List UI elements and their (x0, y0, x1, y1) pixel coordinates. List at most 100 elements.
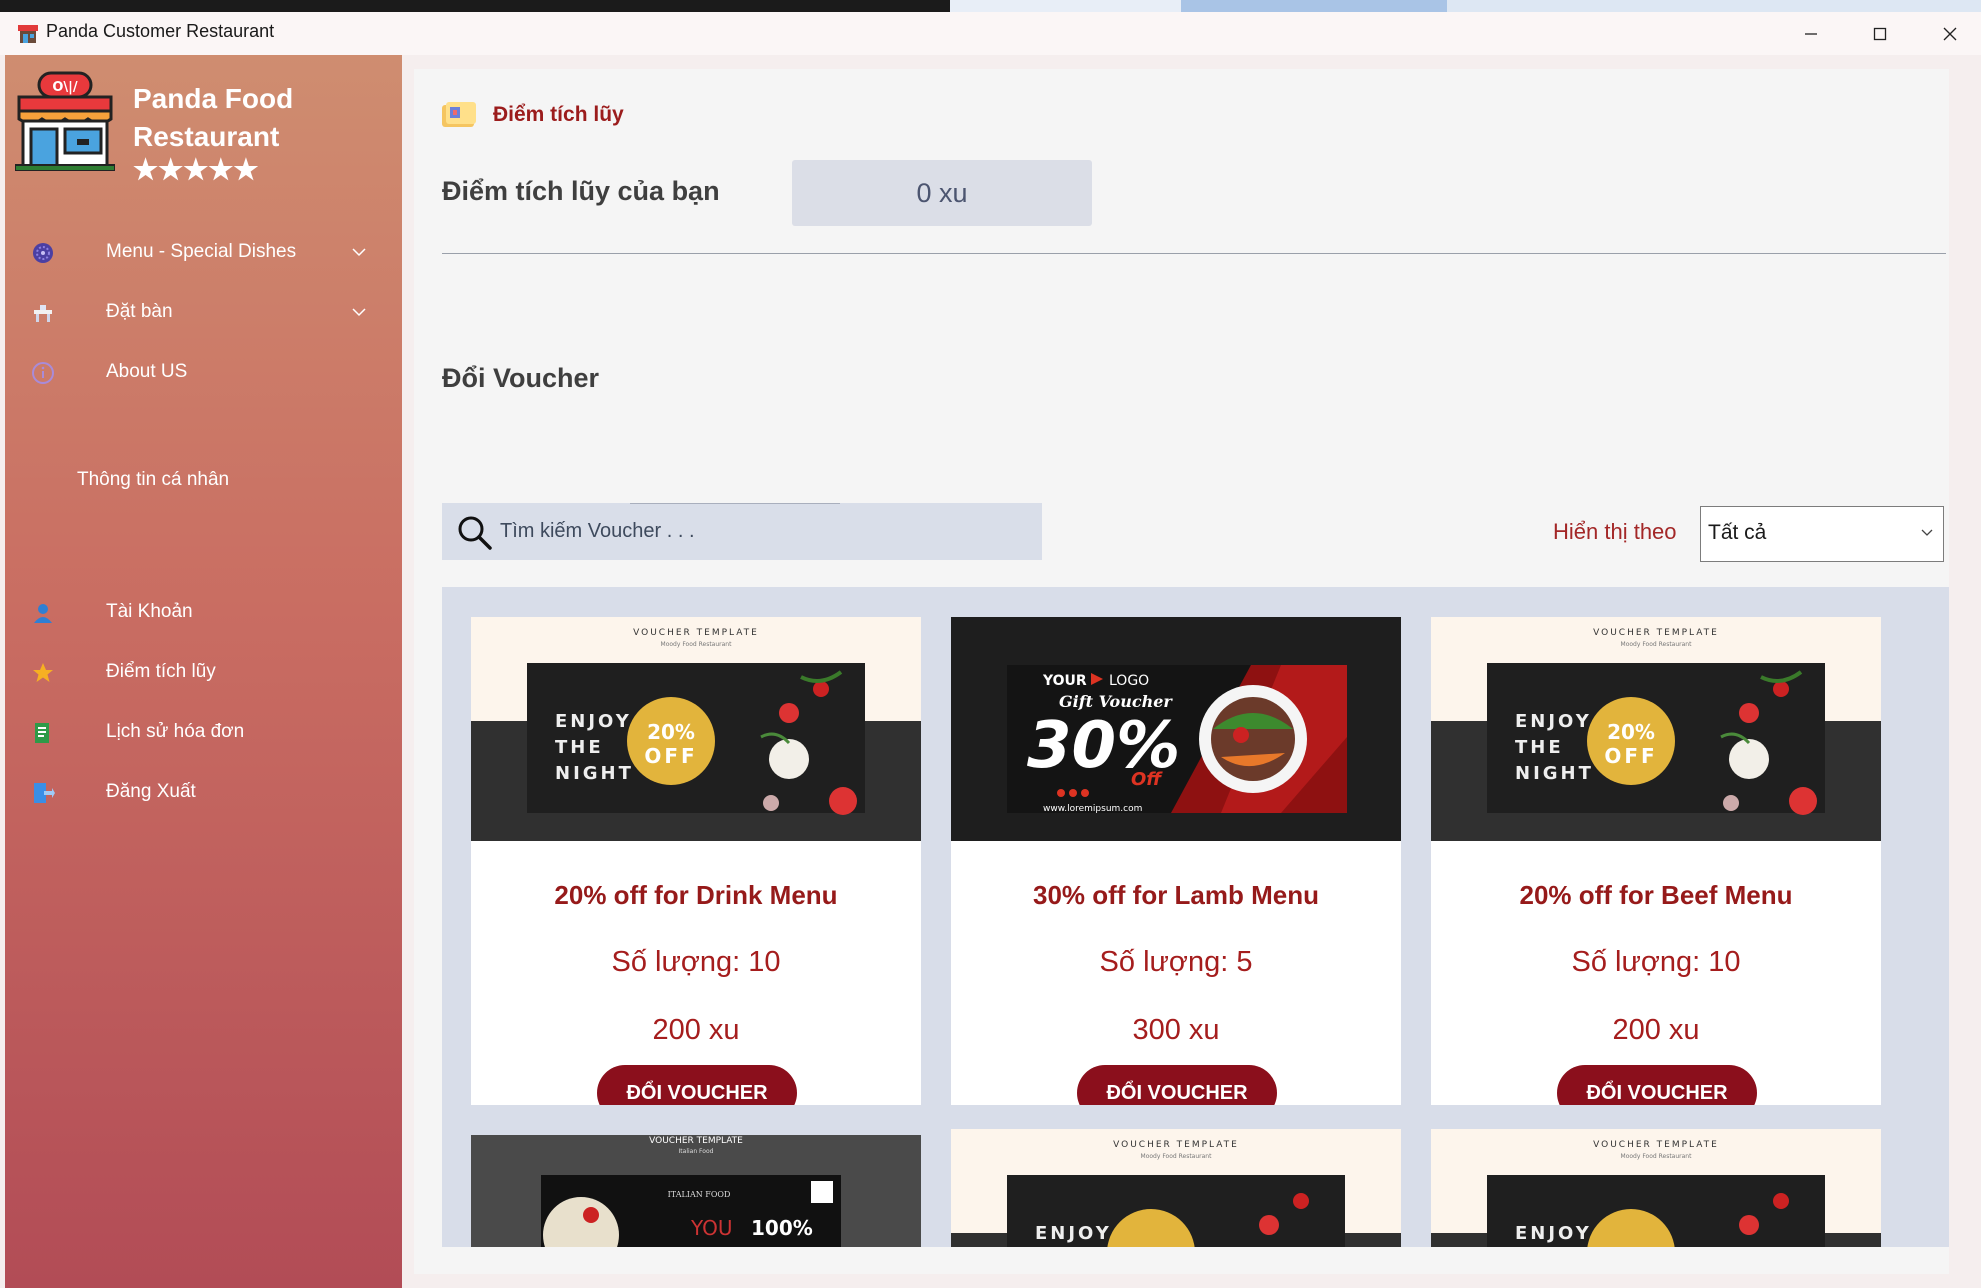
star-icon (31, 661, 55, 685)
nav-label: About US (106, 361, 188, 382)
voucher-grid: VOUCHER TEMPLATE Moody Food Restaurant E… (442, 587, 1949, 1247)
voucher-art-text: THE (555, 737, 604, 758)
voucher-art-site: www.loremipsum.com (1043, 804, 1142, 814)
sidebar: O\|/ Panda Food Restaurant ★★★★★ Menu - … (5, 55, 402, 1288)
minimize-icon (1805, 32, 1817, 35)
main-content: Điểm tích lũy Điểm tích lũy của bạn 0 xu… (414, 69, 1949, 1274)
voucher-art-your: YOUR (1042, 673, 1087, 689)
nav-label: Lịch sử hóa đơn (106, 721, 245, 742)
nav-dang-xuat[interactable]: Đăng Xuất (5, 769, 402, 817)
nav-label: Tài Khoản (106, 601, 193, 622)
voucher-art-logo: LOGO (1109, 673, 1149, 689)
info-icon (31, 361, 55, 385)
voucher-card: VOUCHER TEMPLATE Moody Food Restaurant E… (1431, 1129, 1881, 1247)
voucher-image: VOUCHER TEMPLATE Moody Food Restaurant E… (951, 1129, 1401, 1247)
voucher-card: VOUCHER TEMPLATE Moody Food Restaurant E… (1431, 617, 1881, 1105)
template-subcaption: Moody Food Restaurant (1621, 641, 1693, 648)
filter-label: Hiển thị theo (1553, 519, 1677, 544)
template-subcaption: Italian Food (679, 1148, 714, 1155)
background-window-edge (1447, 0, 1981, 12)
voucher-quantity: Số lượng: 5 (1099, 946, 1253, 978)
voucher-art-text: THE (1515, 737, 1564, 758)
table-icon (31, 301, 55, 325)
background-window-edge (1181, 0, 1447, 12)
nav-label: Đăng Xuất (106, 781, 196, 802)
section-personal-info: Thông tin cá nhân (77, 469, 230, 490)
template-subcaption: Moody Food Restaurant (1141, 1153, 1213, 1160)
voucher-art-text: NIGHT (1515, 763, 1594, 784)
brand-name-line2: Restaurant ★★★★★ (133, 121, 280, 185)
chevron-down-icon (352, 308, 366, 317)
close-button[interactable] (1915, 12, 1981, 55)
nav-lich-su-hoa-don[interactable]: Lịch sử hóa đơn (5, 709, 402, 757)
maximize-icon (1873, 27, 1887, 40)
template-caption: VOUCHER TEMPLATE (1593, 1140, 1719, 1150)
app-window: Panda Customer Restaurant O\|/ Panda Foo… (0, 12, 1981, 1288)
voucher-art-text: NIGHT (555, 763, 634, 784)
voucher-image: YOUR LOGO Gift Voucher 30% Off www.lorem… (951, 617, 1401, 841)
voucher-art-italian: ITALIAN FOOD (668, 1190, 731, 1199)
voucher-ticket-icon (442, 102, 476, 127)
flower-plate-icon (31, 241, 55, 265)
template-caption: VOUCHER TEMPLATE (1593, 628, 1719, 638)
voucher-image: VOUCHER TEMPLATE Moody Food Restaurant E… (471, 617, 921, 841)
brand-name-line1: Panda Food (133, 83, 294, 114)
voucher-art-text: ENJOY (1515, 1223, 1592, 1244)
restaurant-logo-icon: O\|/ (15, 71, 115, 171)
voucher-card: VOUCHER TEMPLATE Italian Food ITALIAN FO… (471, 1135, 921, 1247)
voucher-art-percent: 20% (1607, 720, 1655, 744)
voucher-art-text: ENJOY (555, 711, 632, 732)
voucher-art-text: ENJOY (1035, 1223, 1112, 1244)
voucher-search-box (442, 503, 1042, 560)
voucher-art-percent: 20% (647, 720, 695, 744)
voucher-section-title: Đổi Voucher (442, 363, 600, 393)
voucher-price: 200 xu (1612, 1014, 1700, 1046)
voucher-card: VOUCHER TEMPLATE Moody Food Restaurant E… (471, 617, 921, 1105)
search-icon (458, 516, 492, 550)
filter-selected-value: Tất cả (1708, 521, 1767, 544)
voucher-quantity: Số lượng: 10 (611, 946, 781, 978)
voucher-image: VOUCHER TEMPLATE Italian Food ITALIAN FO… (471, 1135, 921, 1247)
divider (442, 253, 1946, 254)
receipt-icon (31, 721, 55, 745)
voucher-art-off: OFF (1604, 744, 1657, 768)
voucher-title: 30% off for Lamb Menu (1032, 880, 1319, 910)
template-subcaption: Moody Food Restaurant (1621, 1153, 1693, 1160)
nav-menu-special-dishes[interactable]: Menu - Special Dishes (5, 229, 402, 277)
template-caption: VOUCHER TEMPLATE (1113, 1140, 1239, 1150)
voucher-quantity: Số lượng: 10 (1571, 946, 1741, 978)
nav-diem-tich-luy[interactable]: Điểm tích lũy (5, 649, 402, 697)
nav-label: Menu - Special Dishes (106, 241, 297, 262)
nav-label: Điểm tích lũy (106, 661, 216, 682)
voucher-title: 20% off for Drink Menu (554, 880, 838, 910)
filter-dropdown[interactable]: Tất cả (1700, 506, 1944, 562)
redeem-voucher-button[interactable]: ĐỔI VOUCHER (597, 1065, 797, 1105)
nav-label: Đặt bàn (106, 301, 173, 322)
chevron-down-icon (352, 248, 366, 257)
voucher-art-text: ENJOY (1515, 711, 1592, 732)
voucher-art-off: OFF (644, 744, 697, 768)
nav-tai-khoan[interactable]: Tài Khoản (5, 589, 402, 637)
redeem-voucher-button[interactable]: ĐỔI VOUCHER (1077, 1065, 1277, 1105)
voucher-art-hundred: 100% (751, 1216, 813, 1240)
redeem-voucher-button[interactable]: ĐỔI VOUCHER (1557, 1065, 1757, 1105)
close-icon (1943, 27, 1957, 40)
nav-about-us[interactable]: About US (5, 349, 402, 397)
svg-text:O\|/: O\|/ (52, 80, 78, 95)
minimize-button[interactable] (1776, 12, 1846, 55)
voucher-price: 300 xu (1132, 1014, 1220, 1046)
background-taskbar-strip (0, 0, 1981, 12)
voucher-image: VOUCHER TEMPLATE Moody Food Restaurant E… (1431, 1129, 1881, 1247)
maximize-button[interactable] (1845, 12, 1915, 55)
template-caption: VOUCHER TEMPLATE (649, 1136, 743, 1146)
voucher-image: VOUCHER TEMPLATE Moody Food Restaurant E… (1431, 617, 1881, 841)
voucher-card: VOUCHER TEMPLATE Moody Food Restaurant E… (951, 1129, 1401, 1247)
voucher-art-you: YOU (690, 1216, 733, 1240)
nav-dat-ban[interactable]: Đặt bàn (5, 289, 402, 337)
chevron-down-icon (1921, 529, 1933, 536)
voucher-card: YOUR LOGO Gift Voucher 30% Off www.lorem… (951, 617, 1401, 1105)
voucher-search-input[interactable] (500, 503, 1030, 560)
points-value-box: 0 xu (792, 160, 1092, 226)
points-label: Điểm tích lũy của bạn (442, 176, 720, 206)
restaurant-app-icon (18, 25, 38, 43)
